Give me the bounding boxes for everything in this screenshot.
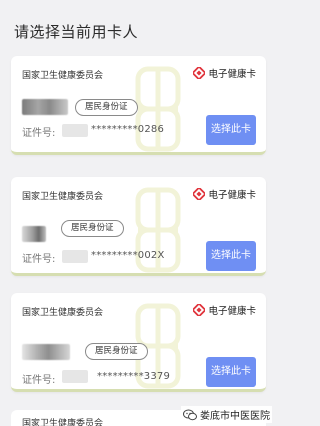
issuer-label: 国家卫生健康委员会 [22,308,104,318]
health-card-logo-icon [193,67,206,79]
id-number-label: 证件号: [22,254,56,265]
brand: 电子健康卡 [193,187,256,201]
id-number-redacted [62,250,88,263]
brand: 电子健康卡 [193,303,256,317]
brand-label: 电子健康卡 [208,69,256,80]
id-number: *********0286 [91,124,165,135]
brand: 电子健康卡 [193,66,256,80]
id-type-tag: 居民身份证 [75,99,138,116]
health-card-3[interactable]: 国家卫生健康委员会 电子健康卡 居民身份证 证件号: *********3379… [11,293,266,392]
health-card-logo-icon [193,188,206,200]
account-watermark: 娄底市中医医院 [181,406,272,423]
issuer-label: 国家卫生健康委员会 [22,419,104,426]
id-number-label: 证件号: [22,375,56,386]
select-card-button[interactable]: 选择此卡 [206,115,256,145]
holder-name-redacted [22,99,68,115]
id-number: *********002X [91,250,165,261]
id-type-tag: 居民身份证 [85,343,148,360]
id-number: *********3379 [97,371,171,382]
holder-name-redacted [22,344,70,360]
holder-name-redacted [22,226,46,242]
watermark-text: 娄底市中医医院 [200,411,270,422]
page-title: 请选择当前用卡人 [14,23,139,41]
issuer-label: 国家卫生健康委员会 [22,71,104,81]
id-type-tag: 居民身份证 [61,220,124,237]
select-card-button[interactable]: 选择此卡 [206,241,256,271]
brand-label: 电子健康卡 [208,306,256,317]
id-number-label: 证件号: [22,128,56,139]
select-card-button[interactable]: 选择此卡 [206,357,256,387]
issuer-label: 国家卫生健康委员会 [22,192,104,202]
health-card-logo-icon [193,304,206,316]
knot-watermark-icon [135,187,181,273]
id-number-redacted [62,370,88,383]
wechat-icon [183,409,197,420]
id-number-redacted [62,124,88,137]
health-card-1[interactable]: 国家卫生健康委员会 电子健康卡 居民身份证 证件号: *********0286… [11,56,266,155]
health-card-2[interactable]: 国家卫生健康委员会 电子健康卡 居民身份证 证件号: *********002X… [11,177,266,276]
brand-label: 电子健康卡 [208,190,256,201]
